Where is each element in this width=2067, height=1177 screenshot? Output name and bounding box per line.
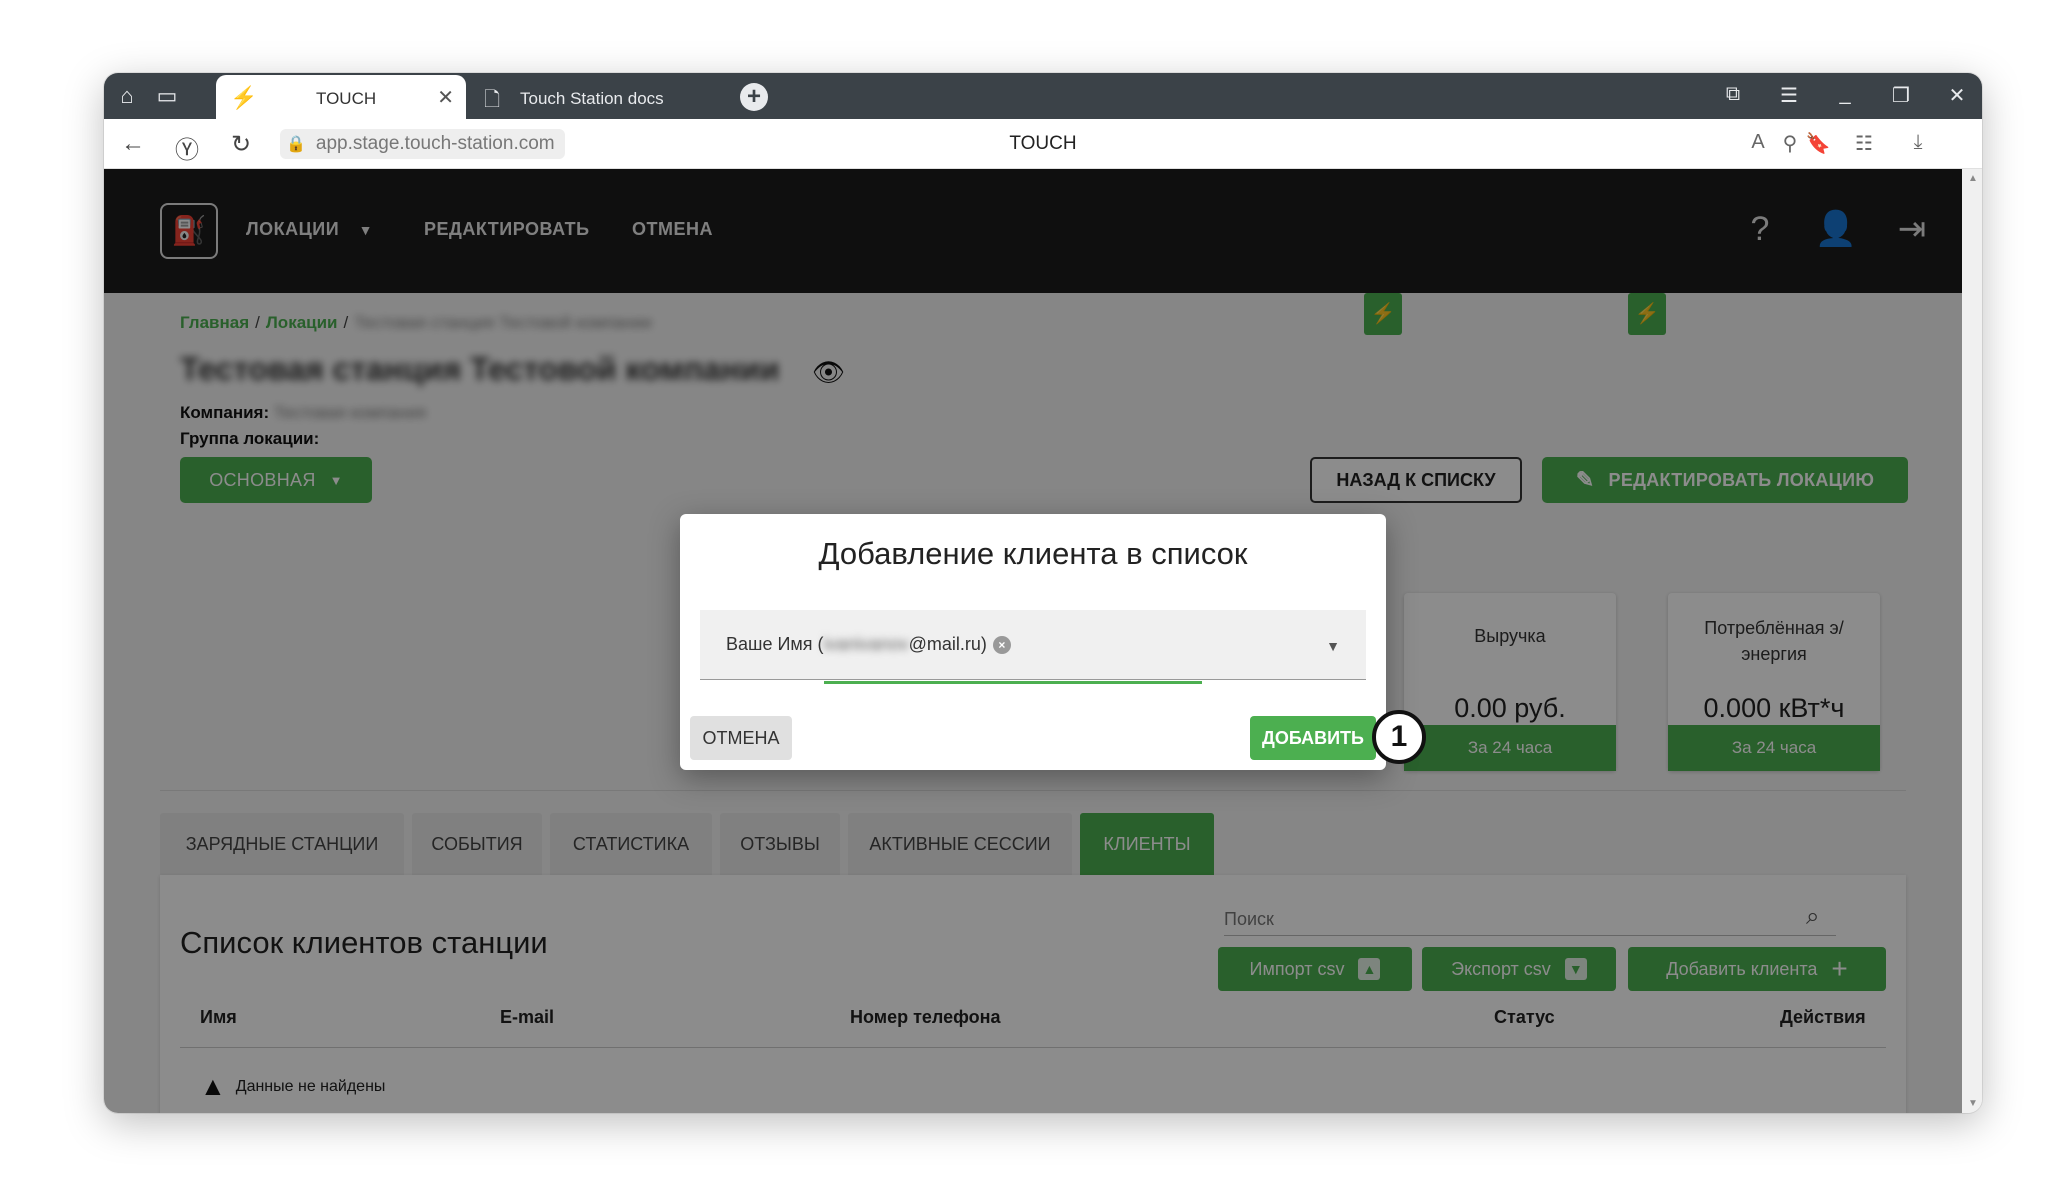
restore-icon[interactable]: ❐ — [1886, 83, 1916, 108]
reload-icon[interactable]: ↻ — [226, 130, 256, 159]
url-field[interactable]: 🔒 app.stage.touch-station.com — [280, 129, 565, 159]
browser-tab-touch[interactable]: ⚡ TOUCH ✕ — [216, 75, 466, 119]
minimize-icon[interactable]: _ — [1830, 83, 1860, 106]
chip-domain: @mail.ru) — [908, 634, 987, 654]
scroll-down-icon[interactable]: ▼ — [1968, 1098, 1978, 1109]
scroll-up-icon[interactable]: ▲ — [1968, 173, 1978, 184]
lock-icon: 🔒 — [286, 136, 306, 153]
close-tab-icon[interactable]: ✕ — [437, 85, 454, 110]
chip-name: Ваше Имя ( — [726, 634, 824, 654]
translate-icon[interactable]: A — [1744, 131, 1772, 154]
tab-label: TOUCH — [316, 89, 377, 108]
loading-bar — [824, 681, 1202, 684]
back-arrow-icon[interactable]: ← — [118, 130, 148, 158]
dialog-add-button[interactable]: ДОБАВИТЬ — [1250, 716, 1376, 760]
yandex-icon[interactable]: Ⓨ — [172, 130, 202, 165]
menu-icon[interactable]: ☰ — [1774, 83, 1804, 108]
new-folder-icon[interactable]: ▭ — [152, 82, 182, 110]
tab-label: Touch Station docs — [520, 89, 664, 108]
dialog-cancel-button[interactable]: ОТМЕНА — [690, 716, 792, 760]
chip-remove-icon[interactable]: × — [992, 635, 1011, 654]
download-icon[interactable]: ⤓ — [1904, 131, 1932, 154]
close-window-icon[interactable]: ✕ — [1942, 83, 1972, 108]
new-tab-button[interactable]: + — [740, 83, 768, 111]
client-chip[interactable]: Ваше Имя (ivanivanov @mail.ru) × — [726, 634, 1011, 655]
client-select[interactable]: Ваше Имя (ivanivanov @mail.ru) × ▼ — [700, 610, 1366, 680]
lightning-icon: ⚡ — [230, 85, 258, 110]
location-pin-icon[interactable]: ⚲ — [1776, 131, 1804, 156]
browser-tabbar: ⌂ ▭ ⚡ TOUCH ✕ 🗋 Touch Station docs + ⧉ ☰… — [104, 73, 1982, 119]
document-icon: 🗋 — [484, 89, 501, 111]
url-text: app.stage.touch-station.com — [315, 133, 555, 154]
browser-tab-docs[interactable]: 🗋 Touch Station docs — [476, 75, 716, 119]
home-icon[interactable]: ⌂ — [112, 82, 142, 110]
dropdown-arrow-icon[interactable]: ▼ — [1326, 638, 1340, 654]
step-callout-badge: 1 — [1372, 710, 1426, 764]
bookmark-icon[interactable]: 🔖 — [1804, 131, 1832, 156]
dialog-title: Добавление клиента в список — [818, 536, 1248, 571]
page-scrollbar[interactable]: ▲ ▼ — [1962, 169, 1982, 1113]
reader-icon[interactable]: ☷ — [1850, 131, 1878, 156]
address-bar: ← Ⓨ ↻ 🔒 app.stage.touch-station.com TOUC… — [104, 119, 1982, 169]
add-client-dialog: Добавление клиента в список Ваше Имя (iv… — [680, 514, 1386, 770]
bookmarks-icon[interactable]: ⧉ — [1718, 83, 1748, 106]
chip-email-hidden: ivanivanov — [823, 634, 909, 654]
